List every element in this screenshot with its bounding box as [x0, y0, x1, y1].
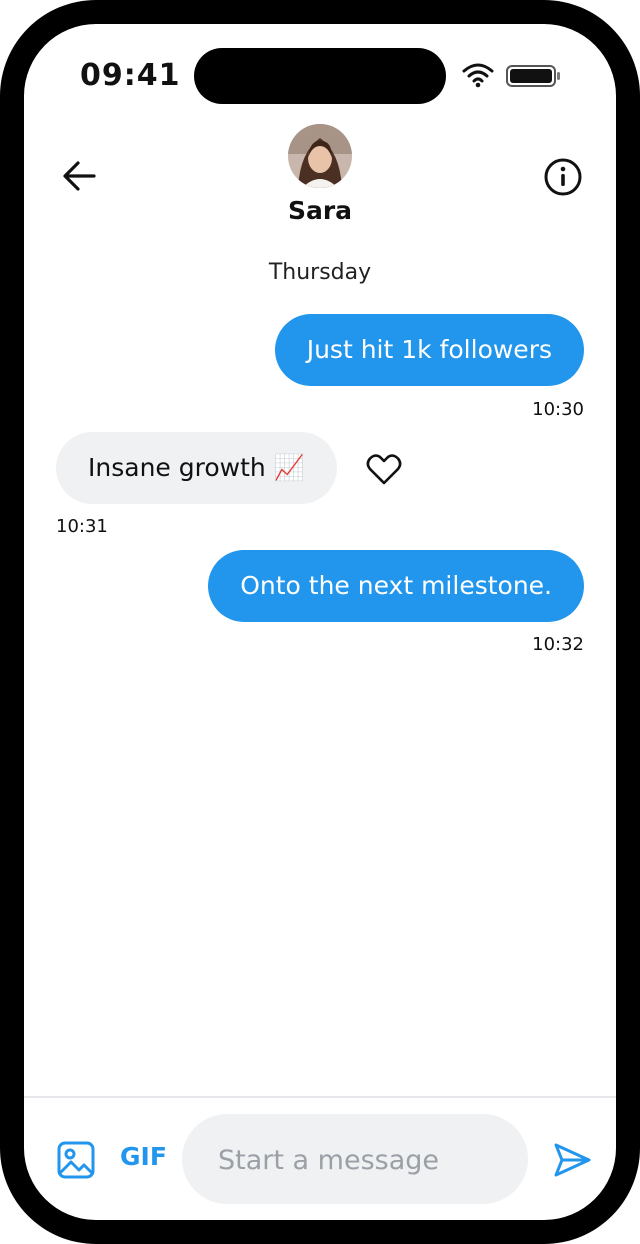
back-arrow-icon[interactable] — [60, 156, 100, 196]
image-icon[interactable] — [56, 1140, 96, 1180]
message-time: 10:30 — [532, 399, 584, 420]
incoming-message[interactable]: Insane growth 📈 — [56, 432, 337, 504]
outgoing-message[interactable]: Onto the next milestone. — [208, 550, 584, 622]
contact-name[interactable]: Sara — [24, 196, 616, 225]
screen: 09:41 Sara Thursday Just hit 1k follower… — [24, 24, 616, 1220]
gif-button[interactable]: GIF — [120, 1142, 167, 1171]
avatar[interactable] — [288, 124, 352, 188]
message-composer[interactable] — [182, 1114, 528, 1206]
wifi-icon — [462, 63, 494, 88]
dynamic-island — [194, 48, 446, 104]
send-icon[interactable] — [552, 1140, 592, 1180]
heart-icon[interactable] — [366, 452, 402, 486]
status-time: 09:41 — [80, 58, 181, 93]
message-time: 10:31 — [56, 516, 108, 537]
composer-divider — [24, 1096, 616, 1098]
info-icon[interactable] — [542, 156, 584, 198]
outgoing-message[interactable]: Just hit 1k followers — [274, 314, 584, 386]
phone-frame: 09:41 Sara Thursday Just hit 1k follower… — [0, 0, 640, 1244]
message-input[interactable] — [216, 1114, 520, 1206]
message-time: 10:32 — [532, 634, 584, 655]
day-separator: Thursday — [268, 260, 372, 285]
battery-icon — [506, 65, 560, 87]
